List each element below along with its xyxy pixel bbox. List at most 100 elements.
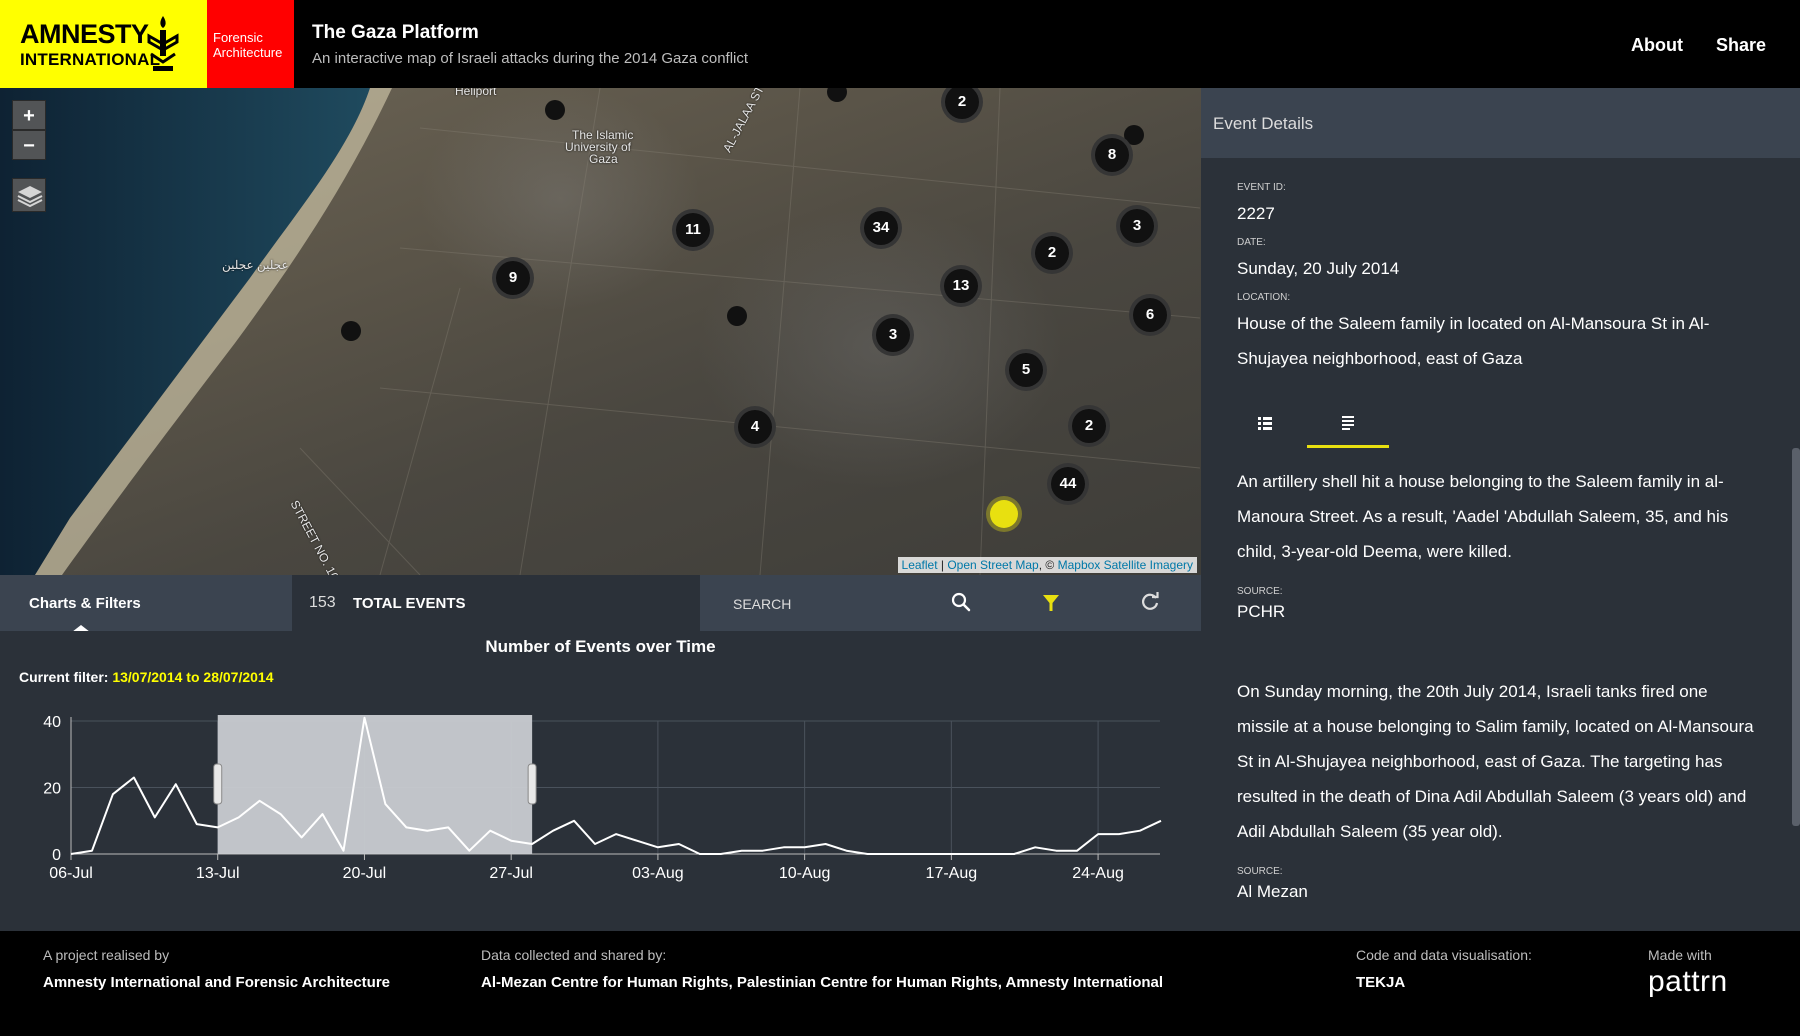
event-cluster[interactable]: 4 (734, 406, 776, 448)
description-pchr: An artillery shell hit a house belonging… (1237, 472, 1729, 561)
y-tick-label: 20 (43, 781, 61, 798)
x-tick-label: 20-Jul (343, 865, 387, 882)
event-cluster[interactable]: 11 (672, 209, 714, 251)
x-tick-label: 24-Aug (1072, 865, 1124, 882)
event-marker[interactable] (545, 100, 565, 120)
event-id-label: EVENT ID: (1237, 182, 1286, 193)
location-value: House of the Saleem family in located on… (1237, 314, 1710, 368)
total-events-count: 153 (309, 594, 336, 611)
toolbar: Charts & Filters 153 TOTAL EVENTS SEARCH (0, 575, 1201, 632)
text-lines-icon (1342, 416, 1354, 430)
layers-icon (17, 186, 43, 208)
event-cluster[interactable]: 9 (492, 257, 534, 299)
event-details-panel: Event Details EVENT ID: 2227 DATE: Sunda… (1201, 88, 1800, 931)
map-label-arabic: عجلين عجلين (222, 258, 289, 272)
satellite-map[interactable]: + − Heliport The Islamic University of G… (0, 88, 1201, 575)
attribution-sep: , © (1038, 558, 1055, 572)
attribution-osm-link[interactable]: Open Street Map (947, 558, 1038, 572)
amnesty-logo[interactable]: AMNESTY INTERNATIONAL (0, 0, 207, 88)
chart-panel: 0 20 40 06-Jul 13-Jul 20-Jul 27-Jul 03-Aug 10-Au… (0, 631, 1201, 931)
tab-description[interactable] (1307, 400, 1389, 448)
date-value: Sunday, 20 July 2014 (1237, 259, 1400, 278)
event-cluster[interactable]: 2 (1031, 232, 1073, 274)
event-cluster[interactable]: 6 (1129, 294, 1171, 336)
zoom-out-button[interactable]: − (12, 130, 46, 160)
x-tick-label: 10-Aug (779, 865, 831, 882)
pattrn-logo[interactable]: pattrn (1648, 965, 1728, 999)
event-details-title: Event Details (1213, 114, 1314, 133)
brush-selection[interactable] (217, 715, 533, 854)
footer-code-value[interactable]: TEKJA (1356, 974, 1405, 991)
footer-data-value: Al-Mezan Centre for Human Rights, Palest… (481, 974, 1164, 991)
refresh-icon[interactable] (1139, 591, 1161, 613)
total-events-label: TOTAL EVENTS (353, 595, 466, 612)
candle-icon (147, 16, 179, 71)
logo-line2: INTERNATIONAL (20, 50, 161, 69)
y-tick-label: 40 (43, 714, 61, 731)
event-cluster[interactable]: 3 (872, 314, 914, 356)
source-value-1: PCHR (1237, 602, 1286, 621)
site-title: The Gaza Platform (312, 22, 479, 43)
nav-share[interactable]: Share (1716, 35, 1766, 56)
event-marker[interactable] (341, 321, 361, 341)
event-cluster[interactable]: 34 (860, 207, 902, 249)
brush-handle[interactable] (527, 763, 537, 805)
event-id-value: 2227 (1237, 204, 1275, 223)
x-tick-label: 06-Jul (49, 865, 93, 882)
filter-icon[interactable] (1041, 592, 1061, 614)
map-label-heliport: Heliport (455, 88, 497, 98)
partner-line2: Architecture (213, 45, 283, 60)
event-details-header: Event Details (1201, 88, 1800, 158)
nav-about[interactable]: About (1631, 35, 1683, 56)
x-tick-label: 27-Jul (489, 865, 533, 882)
event-cluster[interactable]: 8 (1091, 134, 1133, 176)
x-tick-label: 17-Aug (926, 865, 978, 882)
brush-handle[interactable] (213, 763, 223, 805)
x-tick-label: 03-Aug (632, 865, 684, 882)
total-events-counter: 153 TOTAL EVENTS (292, 575, 700, 631)
tab-data-table[interactable] (1223, 400, 1305, 448)
map-label-university-3: Gaza (589, 152, 618, 166)
charts-filters-tab[interactable]: Charts & Filters (0, 575, 292, 632)
search-label: SEARCH (733, 596, 792, 612)
search-bar[interactable]: SEARCH (700, 575, 1201, 631)
footer-code-label: Code and data visualisation: (1356, 947, 1532, 963)
forensic-architecture-logo[interactable]: Forensic Architecture (207, 0, 294, 88)
attribution-mapbox-link[interactable]: Mapbox Satellite Imagery (1058, 558, 1193, 572)
logo-line1: AMNESTY (20, 19, 149, 49)
footer-project-value: Amnesty International and Forensic Archi… (43, 974, 391, 991)
description-almezan: On Sunday morning, the 20th July 2014, I… (1237, 682, 1754, 841)
zoom-in-button[interactable]: + (12, 100, 46, 130)
chart-title: Number of Events over Time (485, 637, 716, 656)
x-tick-label: 13-Jul (196, 865, 240, 882)
partner-line1: Forensic (213, 30, 263, 45)
search-icon[interactable] (950, 591, 972, 613)
selected-event-marker[interactable] (990, 500, 1018, 528)
footer-project-label: A project realised by (43, 947, 170, 963)
layers-button[interactable] (12, 178, 46, 212)
source-value-2: Al Mezan (1237, 882, 1308, 901)
current-filter: Current filter: 13/07/2014 to 28/07/2014 (19, 669, 273, 685)
location-label: LOCATION: (1237, 292, 1291, 303)
footer-data-label: Data collected and shared by: (481, 947, 667, 963)
detail-tabs (1201, 400, 1800, 448)
event-cluster[interactable]: 2 (1068, 405, 1110, 447)
event-marker[interactable] (727, 306, 747, 326)
event-description: An artillery shell hit a house belonging… (1201, 448, 1800, 931)
header: AMNESTY INTERNATIONAL Forensic Architect… (0, 0, 1800, 88)
footer-made-label: Made with (1648, 947, 1712, 963)
sidebar-scrollbar[interactable] (1792, 448, 1800, 826)
current-filter-label: Current filter: (19, 669, 109, 685)
attribution-leaflet-link[interactable]: Leaflet (902, 558, 938, 572)
event-cluster[interactable]: 3 (1116, 205, 1158, 247)
event-cluster[interactable]: 5 (1005, 349, 1047, 391)
date-label: DATE: (1237, 237, 1266, 248)
charts-filters-label: Charts & Filters (29, 595, 141, 612)
y-tick-label: 0 (52, 847, 61, 864)
site-subtitle: An interactive map of Israeli attacks du… (312, 50, 749, 67)
event-cluster[interactable]: 44 (1047, 463, 1089, 505)
current-filter-value: 13/07/2014 to 28/07/2014 (112, 669, 274, 685)
footer: A project realised by Amnesty Internatio… (0, 931, 1800, 1036)
table-icon (1258, 417, 1272, 430)
event-cluster[interactable]: 13 (940, 265, 982, 307)
